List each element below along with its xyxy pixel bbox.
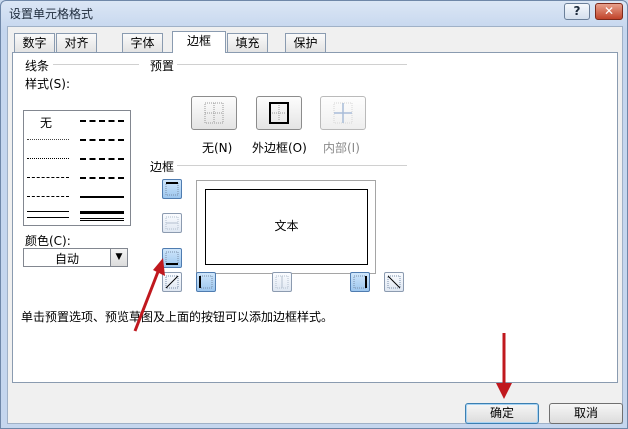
- border-group-label: 边框: [150, 160, 175, 174]
- preset-none-button[interactable]: [191, 96, 237, 130]
- line-style-dash-dot[interactable]: [27, 196, 69, 197]
- line-style-thin[interactable]: [27, 217, 69, 218]
- line-style-list[interactable]: 无: [23, 110, 131, 226]
- color-label: 颜色(C):: [25, 234, 71, 248]
- line-style-thick[interactable]: [80, 211, 124, 214]
- border-right-button[interactable]: [350, 272, 370, 292]
- border-left-icon: [199, 275, 213, 289]
- help-button[interactable]: ?: [564, 3, 590, 20]
- line-style-medium-dash-dot-dot[interactable]: [80, 120, 124, 122]
- tab-font[interactable]: 字体: [122, 33, 163, 52]
- tab-protection[interactable]: 保护: [285, 33, 326, 52]
- diagonal-down-icon: [387, 275, 401, 289]
- line-style-medium[interactable]: [80, 196, 124, 198]
- border-inside-horizontal-icon: [165, 216, 179, 230]
- color-dropdown-value: 自动: [54, 252, 79, 266]
- border-group-divider: [177, 165, 407, 166]
- border-none-icon: [204, 102, 224, 124]
- line-style-medium-dashed[interactable]: [80, 177, 124, 179]
- line-style-dash-dot-dot[interactable]: [27, 177, 69, 178]
- preset-inside-label: 内部(I): [323, 141, 360, 155]
- presets-group-divider: [177, 64, 407, 65]
- line-style-dashed[interactable]: [27, 211, 69, 212]
- instruction-text: 单击预置选项、预览草图及上面的按钮可以添加边框样式。: [21, 310, 334, 324]
- line-style-double[interactable]: [80, 218, 124, 221]
- close-button[interactable]: ✕: [595, 3, 623, 20]
- title-bar[interactable]: 设置单元格格式 ? ✕: [1, 1, 627, 25]
- border-inside-vertical-icon: [275, 275, 289, 289]
- line-style-slanted-dash-dot[interactable]: [80, 139, 124, 141]
- tab-border[interactable]: 边框: [172, 31, 226, 53]
- border-inside-icon: [333, 102, 353, 124]
- presets-group-label: 预置: [150, 59, 175, 73]
- border-top-icon: [165, 182, 179, 196]
- preset-outline-button[interactable]: [256, 96, 302, 130]
- dialog-body: 数字 对齐 字体 边框 填充 保护 线条 样式(S): 无 颜色(C): 自动 …: [7, 26, 623, 424]
- preset-outline-label: 外边框(O): [252, 141, 307, 155]
- border-top-button[interactable]: [162, 179, 182, 199]
- line-style-hair[interactable]: [27, 139, 69, 140]
- line-style-none[interactable]: 无: [40, 114, 52, 131]
- line-group-divider: [53, 64, 139, 65]
- line-group-label: 线条: [25, 59, 50, 73]
- line-style-medium-dash-dot[interactable]: [80, 158, 124, 160]
- preset-inside-button[interactable]: [320, 96, 366, 130]
- ok-button[interactable]: 确定: [465, 403, 539, 424]
- window-title: 设置单元格格式: [9, 7, 94, 21]
- preview-cell[interactable]: 文本: [205, 189, 368, 265]
- border-right-icon: [353, 275, 367, 289]
- tab-number[interactable]: 数字: [14, 33, 55, 52]
- border-inside-vertical-button[interactable]: [272, 272, 292, 292]
- annotation-arrow-diagonal: [133, 258, 165, 332]
- preset-none-label: 无(N): [202, 141, 233, 155]
- tab-fill[interactable]: 填充: [227, 33, 268, 52]
- border-preview[interactable]: 文本: [196, 180, 376, 274]
- preview-text: 文本: [274, 219, 299, 233]
- border-tab-panel: 线条 样式(S): 无 颜色(C): 自动 ▼ 预置 无(N) 外边框(O) 内…: [12, 52, 618, 383]
- border-outline-icon: [269, 102, 289, 124]
- cancel-button[interactable]: 取消: [549, 403, 623, 424]
- tab-alignment[interactable]: 对齐: [56, 33, 97, 52]
- format-cells-dialog: 设置单元格格式 ? ✕ 数字 对齐 字体 边框 填充 保护 线条 样式(S): …: [0, 0, 628, 429]
- border-diagonal-down-button[interactable]: [384, 272, 404, 292]
- annotation-arrow-ok: [496, 333, 512, 399]
- color-dropdown[interactable]: 自动 ▼: [23, 248, 128, 267]
- style-label: 样式(S):: [25, 77, 71, 91]
- border-inside-horizontal-button[interactable]: [162, 213, 182, 233]
- border-left-button[interactable]: [196, 272, 216, 292]
- line-style-dotted[interactable]: [27, 158, 69, 159]
